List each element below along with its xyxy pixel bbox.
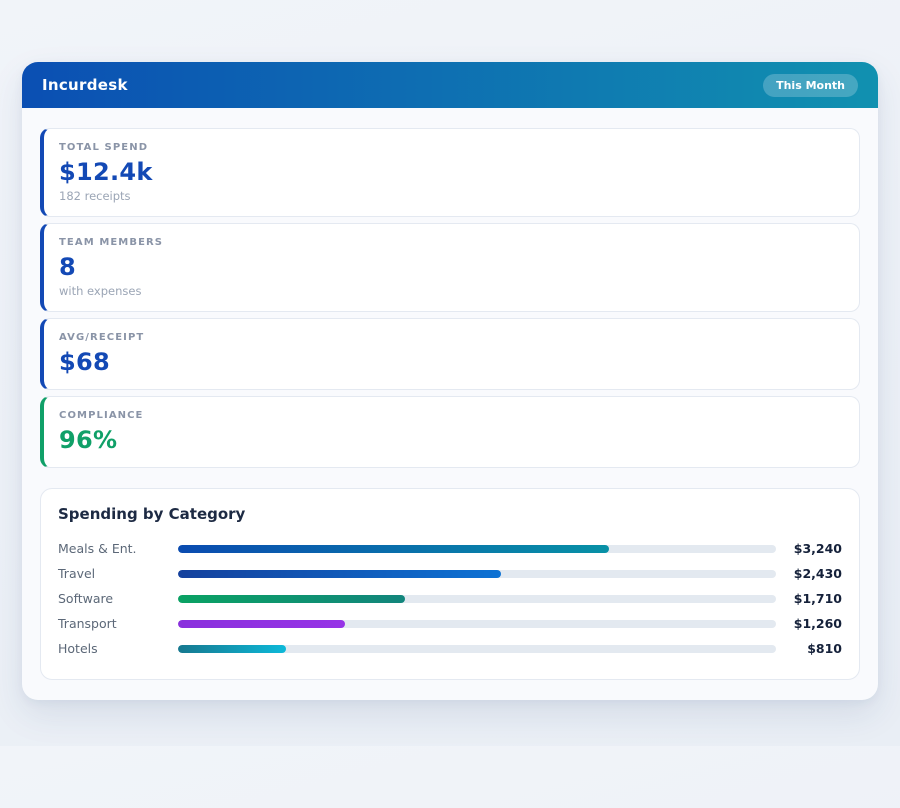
chart-row-meals: Meals & Ent. $3,240	[58, 536, 842, 561]
stat-label: TEAM MEMBERS	[59, 237, 842, 248]
category-label: Hotels	[58, 641, 178, 656]
stat-card-compliance: COMPLIANCE 96%	[40, 396, 860, 468]
chart-row-travel: Travel $2,430	[58, 561, 842, 586]
stat-label: TOTAL SPEND	[59, 142, 842, 153]
category-label: Transport	[58, 616, 178, 631]
bar-fill	[178, 620, 345, 628]
chart-title: Spending by Category	[58, 505, 842, 523]
stat-value: 8	[59, 253, 842, 281]
bar-track	[178, 620, 776, 628]
category-value: $3,240	[776, 541, 842, 556]
stat-sub: with expenses	[59, 284, 842, 298]
bar-fill	[178, 595, 405, 603]
bar-track	[178, 645, 776, 653]
stat-card-total-spend: TOTAL SPEND $12.4k 182 receipts	[40, 128, 860, 217]
spending-by-category-chart: Spending by Category Meals & Ent. $3,240…	[40, 488, 860, 680]
stat-card-team-members: TEAM MEMBERS 8 with expenses	[40, 223, 860, 312]
stat-value: $12.4k	[59, 158, 842, 186]
bar-track	[178, 595, 776, 603]
bar-track	[178, 570, 776, 578]
chart-row-software: Software $1,710	[58, 586, 842, 611]
period-badge[interactable]: This Month	[763, 74, 858, 97]
app-header: Incurdesk This Month	[22, 62, 878, 108]
bar-fill	[178, 545, 609, 553]
category-label: Software	[58, 591, 178, 606]
bar-fill	[178, 645, 286, 653]
stat-value: $68	[59, 348, 842, 376]
category-value: $1,260	[776, 616, 842, 631]
stat-label: AVG/RECEIPT	[59, 332, 842, 343]
stat-value: 96%	[59, 426, 842, 454]
category-value: $1,710	[776, 591, 842, 606]
stat-label: COMPLIANCE	[59, 410, 842, 421]
dashboard-panel: Incurdesk This Month TOTAL SPEND $12.4k …	[22, 62, 878, 700]
stat-sub: 182 receipts	[59, 189, 842, 203]
category-label: Travel	[58, 566, 178, 581]
bar-track	[178, 545, 776, 553]
chart-row-hotels: Hotels $810	[58, 636, 842, 661]
bar-fill	[178, 570, 501, 578]
app-title: Incurdesk	[42, 76, 128, 94]
panel-body: TOTAL SPEND $12.4k 182 receipts TEAM MEM…	[22, 108, 878, 700]
category-value: $2,430	[776, 566, 842, 581]
stat-card-avg-receipt: AVG/RECEIPT $68	[40, 318, 860, 390]
chart-row-transport: Transport $1,260	[58, 611, 842, 636]
category-value: $810	[776, 641, 842, 656]
category-label: Meals & Ent.	[58, 541, 178, 556]
